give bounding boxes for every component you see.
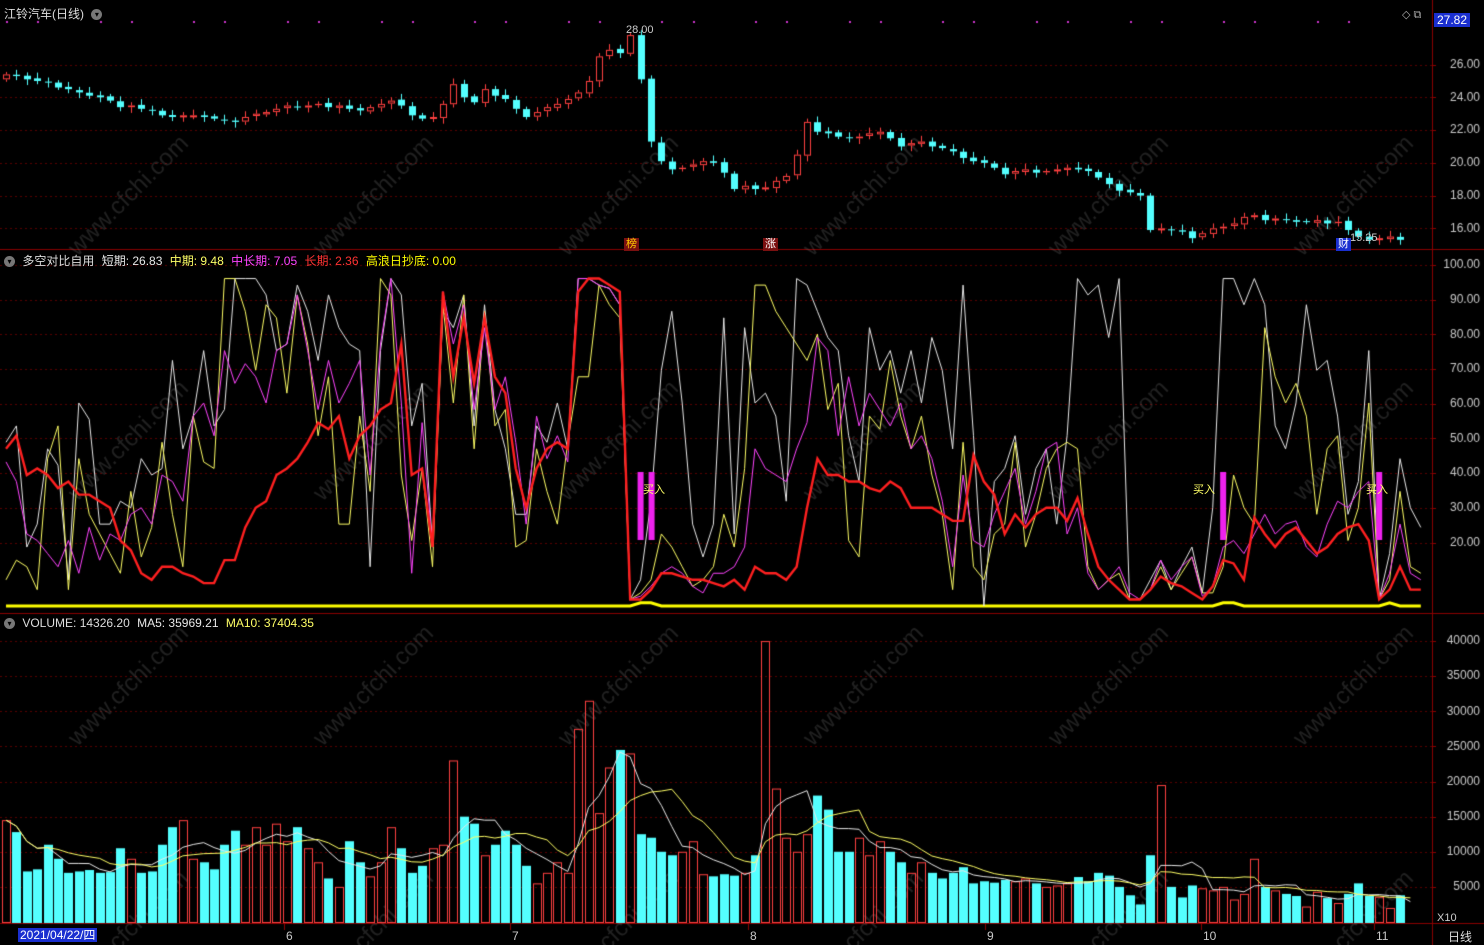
chevron-down-icon[interactable]: ▾ bbox=[4, 256, 15, 268]
x-axis-label: 7 bbox=[512, 929, 519, 943]
price-panel-controls[interactable]: ◇ ⧉ bbox=[1402, 8, 1421, 22]
volume-value: VOLUME: 14326.20 bbox=[22, 616, 130, 630]
indicator-bottom: 高浪日抄底: 0.00 bbox=[365, 254, 456, 268]
stock-chart-canvas[interactable] bbox=[0, 0, 1484, 945]
buy-signal-label: 买入 bbox=[1366, 484, 1388, 496]
high-price-label: 28.00 bbox=[626, 24, 654, 36]
indicator-short: 短期: 26.83 bbox=[101, 254, 163, 268]
indicator-long: 长期: 2.36 bbox=[304, 254, 359, 268]
x-axis-label: 11 bbox=[1376, 929, 1389, 943]
volume-ma5: MA5: 35969.21 bbox=[137, 616, 219, 630]
low-price-label: 15.25 bbox=[1350, 232, 1378, 244]
x-axis-label: 8 bbox=[750, 929, 757, 943]
indicator-midlong: 中长期: 7.05 bbox=[231, 254, 298, 268]
period-label[interactable]: 日线 bbox=[1448, 928, 1472, 945]
chevron-down-icon[interactable]: ▾ bbox=[4, 618, 15, 630]
price-panel-title: 江铃汽车(日线) bbox=[4, 7, 84, 21]
badge-cai[interactable]: 财 bbox=[1336, 238, 1351, 251]
volume-panel-header: ▾ VOLUME: 14326.20 MA5: 35969.21 MA10: 3… bbox=[4, 616, 318, 630]
price-panel-header: 江铃汽车(日线) ▾ bbox=[4, 7, 106, 21]
indicator-mid: 中期: 9.48 bbox=[169, 254, 224, 268]
volume-unit: X10 bbox=[1437, 912, 1457, 924]
x-axis-label: 6 bbox=[286, 929, 293, 943]
price-tag: 27.82 bbox=[1434, 13, 1471, 27]
date-cursor: 2021/04/22/四 bbox=[18, 928, 98, 942]
badge-bang[interactable]: 榜 bbox=[624, 238, 639, 251]
buy-signal-label: 买入 bbox=[1193, 484, 1215, 496]
badge-zhang[interactable]: 涨 bbox=[763, 238, 778, 251]
chevron-down-icon[interactable]: ▾ bbox=[91, 9, 103, 21]
x-axis-label: 9 bbox=[987, 929, 994, 943]
x-axis-label: 10 bbox=[1203, 929, 1217, 943]
indicator-title: 多空对比自用 bbox=[22, 254, 95, 268]
buy-signal-label: 买入 bbox=[643, 484, 665, 496]
volume-ma10: MA10: 37404.35 bbox=[225, 616, 314, 630]
indicator-panel-header: ▾ 多空对比自用 短期: 26.83 中期: 9.48 中长期: 7.05 长期… bbox=[4, 254, 460, 268]
